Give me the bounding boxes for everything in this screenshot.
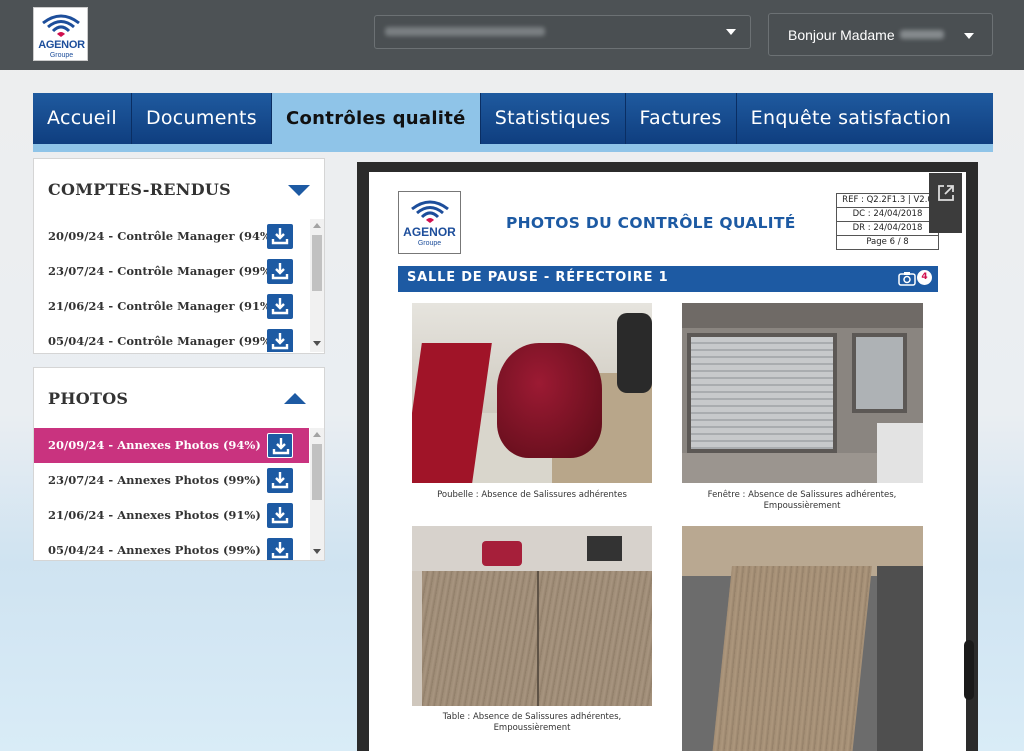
- wifi-logo-icon: [411, 200, 449, 223]
- photo-table: [412, 526, 652, 706]
- tab-statistiques[interactable]: Statistiques: [481, 93, 626, 144]
- photo-banc: [682, 526, 923, 751]
- document-logo-subtitle: Groupe: [417, 240, 442, 247]
- scroll-thumb[interactable]: [312, 444, 322, 500]
- user-menu[interactable]: Bonjour Madame: [768, 13, 993, 56]
- list-item[interactable]: 23/07/24 - Annexes Photos (99%): [34, 463, 309, 498]
- download-icon: [271, 507, 289, 524]
- list-item[interactable]: 21/06/24 - Contrôle Manager (91%): [34, 289, 309, 324]
- site-selector-value: [385, 27, 545, 36]
- list-item[interactable]: 05/04/24 - Contrôle Manager (99%): [34, 324, 309, 352]
- list-item[interactable]: 20/09/24 - Contrôle Manager (94%): [34, 219, 309, 254]
- report-label: 20/09/24 - Contrôle Manager (94%): [48, 229, 277, 243]
- tab-controles-qualite[interactable]: Contrôles qualité: [272, 93, 481, 144]
- report-label: 21/06/24 - Contrôle Manager (91%): [48, 299, 277, 313]
- photo-count-badge: 4: [917, 270, 932, 285]
- document-title: PHOTOS DU CONTRÔLE QUALITÉ: [506, 214, 796, 232]
- photo-annex-label: 23/07/24 - Annexes Photos (99%): [48, 473, 261, 487]
- camera-icon: [898, 272, 916, 286]
- viewer-scroll-thumb[interactable]: [964, 640, 974, 700]
- tab-factures[interactable]: Factures: [626, 93, 737, 144]
- collapse-triangle-icon[interactable]: [288, 185, 310, 196]
- scroll-up-icon[interactable]: [313, 223, 321, 228]
- scroll-down-icon[interactable]: [313, 341, 321, 346]
- tab-documents[interactable]: Documents: [132, 93, 272, 144]
- reports-scrollbar[interactable]: [310, 219, 324, 352]
- document-ref: REF : Q2.2F1.3 | V2.0: [836, 193, 939, 208]
- document-logo: AGENOR Groupe: [398, 191, 461, 254]
- top-header: AGENOR Groupe Bonjour Madame: [0, 0, 1024, 70]
- section-header: SALLE DE PAUSE - RÉFECTOIRE 1 4: [398, 266, 938, 292]
- list-item[interactable]: 05/04/24 - Annexes Photos (99%): [34, 533, 309, 560]
- report-label: 05/04/24 - Contrôle Manager (99%): [48, 334, 277, 348]
- chevron-down-icon: [726, 29, 736, 35]
- wifi-logo-icon: [42, 14, 80, 37]
- download-button[interactable]: [267, 224, 293, 249]
- expand-triangle-icon[interactable]: [284, 393, 306, 404]
- download-icon: [272, 438, 290, 455]
- chevron-down-icon: [964, 33, 974, 39]
- photo-annex-label: 05/04/24 - Annexes Photos (99%): [48, 543, 261, 557]
- photo-caption: Poubelle : Absence de Salissures adhéren…: [437, 490, 627, 500]
- scroll-down-icon[interactable]: [313, 549, 321, 554]
- open-external-button[interactable]: [929, 173, 962, 233]
- download-button[interactable]: [267, 433, 293, 458]
- tab-enquete-satisfaction[interactable]: Enquête satisfaction: [737, 93, 965, 144]
- site-selector[interactable]: [374, 15, 751, 49]
- reports-panel-title: COMPTES-RENDUS: [48, 180, 231, 199]
- logo-subtitle: Groupe: [49, 52, 74, 59]
- download-icon: [271, 263, 289, 280]
- document-dc: DC : 24/04/2018: [836, 207, 939, 222]
- download-button[interactable]: [267, 294, 293, 319]
- logo-wordmark: AGENOR: [38, 39, 85, 51]
- list-item[interactable]: 23/07/24 - Contrôle Manager (99%): [34, 254, 309, 289]
- photos-scrollbar[interactable]: [310, 428, 324, 560]
- photo-fenetre: [682, 303, 923, 483]
- photo-caption: Fenêtre : Absence de Salissures adhérent…: [707, 490, 897, 500]
- list-item[interactable]: 21/06/24 - Annexes Photos (91%): [34, 498, 309, 533]
- pdf-viewer[interactable]: AGENOR Groupe PHOTOS DU CONTRÔLE QUALITÉ…: [357, 162, 978, 751]
- reports-panel: COMPTES-RENDUS 20/09/24 - Contrôle Manag…: [33, 158, 325, 354]
- photos-panel: PHOTOS 20/09/24 - Annexes Photos (94%) 2…: [33, 367, 325, 561]
- agenor-logo[interactable]: AGENOR Groupe: [33, 7, 88, 61]
- document-logo-wordmark: AGENOR: [403, 225, 456, 239]
- photos-panel-title: PHOTOS: [48, 389, 129, 408]
- document-reference-box: REF : Q2.2F1.3 | V2.0 DC : 24/04/2018 DR…: [836, 193, 939, 250]
- scroll-up-icon[interactable]: [313, 432, 321, 437]
- document-page-number: Page 6 / 8: [836, 235, 939, 250]
- tab-accueil[interactable]: Accueil: [33, 93, 132, 144]
- user-name: [900, 30, 944, 39]
- download-button[interactable]: [267, 538, 293, 560]
- photo-annex-label: 20/09/24 - Annexes Photos (94%): [48, 438, 261, 452]
- photo-poubelle: [412, 303, 652, 483]
- greeting-text: Bonjour Madame: [788, 27, 895, 43]
- download-icon: [271, 333, 289, 350]
- scroll-thumb[interactable]: [312, 235, 322, 291]
- list-item-selected[interactable]: 20/09/24 - Annexes Photos (94%): [34, 428, 309, 463]
- section-title: SALLE DE PAUSE - RÉFECTOIRE 1: [407, 270, 669, 285]
- download-button[interactable]: [267, 503, 293, 528]
- download-button[interactable]: [267, 329, 293, 352]
- download-icon: [271, 228, 289, 245]
- download-button[interactable]: [267, 468, 293, 493]
- pdf-page: AGENOR Groupe PHOTOS DU CONTRÔLE QUALITÉ…: [369, 172, 966, 751]
- external-link-icon: [938, 185, 954, 201]
- report-label: 23/07/24 - Contrôle Manager (99%): [48, 264, 277, 278]
- download-icon: [271, 298, 289, 315]
- photo-caption: Table : Absence de Salissures adhérentes…: [442, 712, 622, 722]
- download-button[interactable]: [267, 259, 293, 284]
- main-nav: Accueil Documents Contrôles qualité Stat…: [33, 93, 993, 152]
- photo-annex-label: 21/06/24 - Annexes Photos (91%): [48, 508, 261, 522]
- document-dr: DR : 24/04/2018: [836, 221, 939, 236]
- photo-caption: Empoussièrement: [763, 501, 841, 511]
- download-icon: [271, 542, 289, 559]
- download-icon: [271, 472, 289, 489]
- photo-caption: Empoussièrement: [493, 723, 571, 733]
